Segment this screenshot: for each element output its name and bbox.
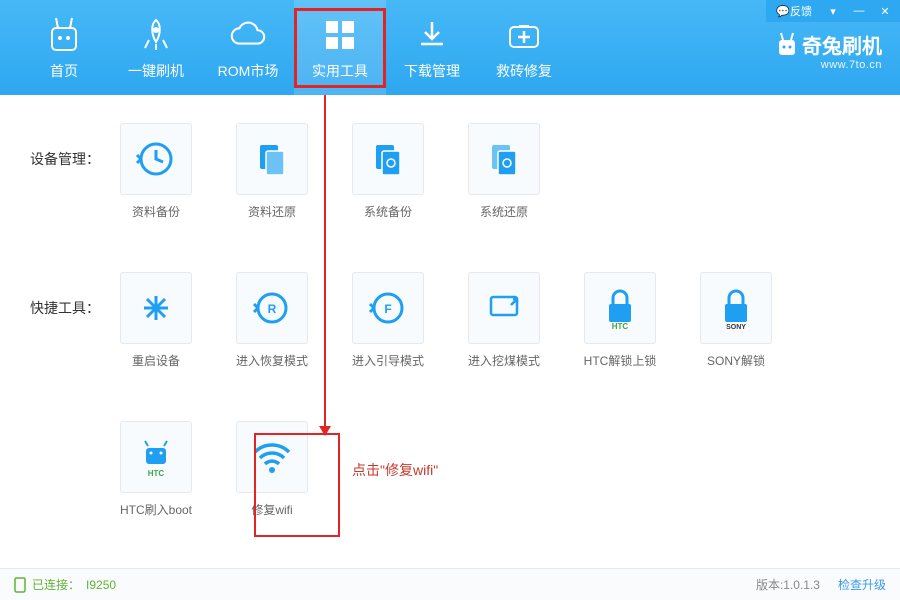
tile-system-backup[interactable]: 系统备份 [348,123,428,220]
annotation-arrow [324,95,326,435]
cloud-icon [228,15,268,55]
section-label: 设备管理： [30,123,116,234]
status-bar: 已连接： I9250 版本:1.0.1.3 检查升级 [0,568,900,600]
lock-sony-icon: SONY [716,286,756,330]
lock-htc-icon: HTC [600,286,640,330]
tile-fix-wifi[interactable]: 修复wifi [232,421,312,518]
nav-label: 一键刷机 [128,61,184,81]
tile-label: 系统备份 [364,203,412,220]
nav-label: 首页 [50,61,78,81]
version-label: 版本:1.0.1.3 [756,576,820,593]
tile-label: 系统还原 [480,203,528,220]
nav-label: 救砖修复 [496,61,552,81]
minimize-icon: — [854,5,865,17]
tile-label: SONY解锁 [707,352,765,369]
status-device: I9250 [86,578,116,592]
tile-htc-unlock[interactable]: HTC HTC解锁上锁 [580,272,660,369]
main-area: 设备管理： 资料备份 资料还原 系统备份 系统还原 快捷工具： [0,95,900,568]
tile-data-backup[interactable]: 资料备份 [116,123,196,220]
tiles-row: 重启设备 R 进入恢复模式 F 进入引导模式 进入挖煤模式 HTC HTC解锁上… [116,272,812,383]
svg-text:HTC: HTC [612,322,629,330]
check-update-link[interactable]: 检查升级 [838,576,886,593]
chevron-down-icon: ▾ [830,5,836,18]
tile-label: 进入挖煤模式 [468,352,540,369]
header-nav: 首页 一键刷机 ROM市场 实用工具 下载管理 救砖修复 奇兔刷机 [0,0,900,95]
section-label: 快捷工具： [30,272,116,383]
dropdown-button[interactable]: ▾ [822,2,844,20]
section-quick-tools: 快捷工具： 重启设备 R 进入恢复模式 F 进入引导模式 进入挖煤模式 HTC … [30,272,870,383]
nav-unbrick[interactable]: 救砖修复 [478,0,570,95]
phone-icon [14,577,26,593]
tile-htc-flash-boot[interactable]: HTC HTC刷入boot [116,421,196,518]
tile-label: 进入恢复模式 [236,352,308,369]
tile-download-mode[interactable]: 进入挖煤模式 [464,272,544,369]
svg-text:SONY: SONY [726,324,746,330]
status-connected: 已连接： I9250 [14,576,116,593]
brand-url: www.7to.cn [776,59,882,71]
tiles-row: 资料备份 资料还原 系统备份 系统还原 [116,123,580,234]
android-htc-icon: HTC [136,436,176,478]
section-device-mgmt: 设备管理： 资料备份 资料还原 系统备份 系统还原 [30,123,870,234]
asterisk-icon [136,288,176,328]
close-icon: ✕ [880,5,889,18]
tile-reboot[interactable]: 重启设备 [116,272,196,369]
nav-tools[interactable]: 实用工具 [294,0,386,95]
nav-downloads[interactable]: 下载管理 [386,0,478,95]
recovery-icon: R [251,287,293,329]
grid-icon [320,15,360,55]
tile-sony-unlock[interactable]: SONY SONY解锁 [696,272,776,369]
tile-label: 重启设备 [132,352,180,369]
status-prefix: 已连接： [32,576,80,593]
minimize-button[interactable]: — [848,2,870,20]
rabbit-icon [44,15,84,55]
download-mode-icon [483,287,525,329]
tile-label: 资料备份 [132,203,180,220]
svg-text:F: F [384,302,391,316]
feedback-button[interactable]: 💬 反馈 [770,2,818,20]
close-button[interactable]: ✕ [874,2,896,20]
brand-rabbit-icon [776,32,798,58]
svg-text:R: R [268,302,277,316]
nav-rom-market[interactable]: ROM市场 [202,0,294,95]
nav-label: ROM市场 [218,61,279,81]
annotation-text: 点击"修复wifi" [352,460,438,480]
brand-name: 奇兔刷机 [802,30,882,59]
section-label [30,421,116,532]
tile-recovery-mode[interactable]: R 进入恢复模式 [232,272,312,369]
fastboot-icon: F [367,287,409,329]
nav-home[interactable]: 首页 [18,0,110,95]
gear-file-icon [368,139,408,179]
tile-label: 资料还原 [248,203,296,220]
tile-data-restore[interactable]: 资料还原 [232,123,312,220]
firstaid-icon [504,15,544,55]
copy-icon [252,139,292,179]
tile-label: HTC刷入boot [120,501,192,518]
brand-block: 奇兔刷机 www.7to.cn [776,30,882,71]
section-extra: HTC HTC刷入boot 修复wifi [30,421,870,532]
nav-oneclick-flash[interactable]: 一键刷机 [110,0,202,95]
tile-label: HTC解锁上锁 [584,352,657,369]
tile-label: 进入引导模式 [352,352,424,369]
wifi-icon [249,438,295,476]
tile-bootloader-mode[interactable]: F 进入引导模式 [348,272,428,369]
nav-label: 实用工具 [312,61,368,81]
feedback-label: 反馈 [790,3,812,19]
tile-label: 修复wifi [251,501,292,518]
svg-text:HTC: HTC [148,469,165,478]
speech-icon: 💬 [776,5,790,18]
history-icon [135,138,177,180]
window-titlebar: 💬 反馈 ▾ — ✕ [766,0,900,22]
download-icon [412,15,452,55]
rocket-icon [136,15,176,55]
tiles-row: HTC HTC刷入boot 修复wifi [116,421,348,532]
nav-label: 下载管理 [404,61,460,81]
tile-system-restore[interactable]: 系统还原 [464,123,544,220]
gear-file-icon [484,139,524,179]
